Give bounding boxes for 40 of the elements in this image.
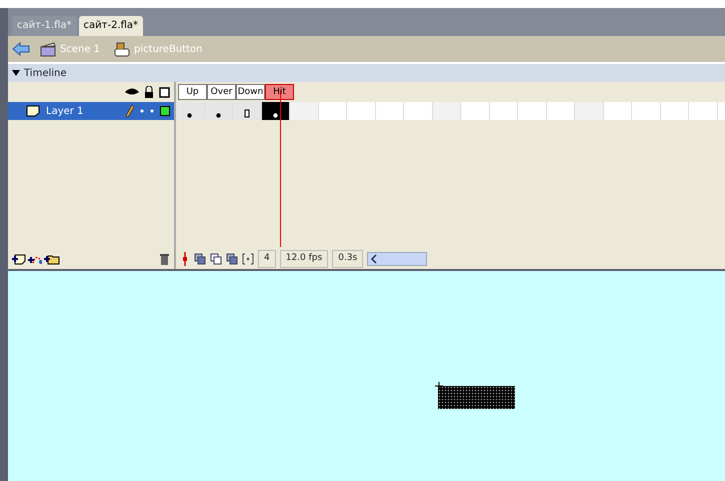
dot-icon[interactable] — [150, 109, 154, 113]
frame-rate-readout: 12.0 fps — [280, 250, 328, 268]
layer-row[interactable]: Layer 1 — [8, 102, 174, 120]
frame-cell[interactable] — [233, 102, 262, 120]
layer-name: Layer 1 — [46, 104, 84, 118]
elapsed-time-readout: 0.3s — [332, 250, 364, 268]
add-folder-icon[interactable] — [44, 253, 60, 265]
scene-icon[interactable] — [40, 42, 56, 56]
frame-label-tab[interactable]: Down — [236, 84, 265, 100]
keyframe-dot-icon[interactable] — [272, 113, 278, 118]
keyframe-dot-icon[interactable] — [187, 113, 192, 118]
collapse-triangle-icon[interactable] — [12, 69, 20, 77]
frame-end-icon[interactable] — [244, 109, 250, 118]
frame-cell[interactable] — [176, 102, 204, 120]
dotted-shape[interactable] — [438, 386, 515, 409]
markers-bracket-icon[interactable] — [242, 253, 254, 265]
keyframe-dot-icon[interactable] — [216, 113, 221, 118]
document-tab[interactable]: сайт-2.fla* — [78, 16, 144, 36]
frame-label-tab[interactable]: Over — [207, 84, 236, 100]
eye-icon[interactable] — [125, 87, 139, 97]
frame-label-tab[interactable]: Up — [178, 84, 207, 100]
onion-skin-icon[interactable] — [194, 253, 206, 265]
crosshair-icon — [435, 382, 443, 390]
outline-square-icon[interactable] — [159, 86, 170, 98]
edit-multiple-icon[interactable] — [226, 253, 238, 265]
current-frame-readout: 4 — [258, 250, 276, 268]
dot-icon[interactable] — [140, 109, 144, 113]
panel-title: Timeline — [24, 66, 67, 80]
back-arrow-icon[interactable] — [12, 42, 30, 56]
pencil-icon[interactable] — [126, 105, 134, 117]
lock-icon[interactable] — [144, 86, 154, 98]
onion-outline-icon[interactable] — [210, 253, 222, 265]
frame-cell[interactable] — [262, 102, 290, 120]
center-frame-icon[interactable] — [180, 252, 190, 266]
horizontal-scrollbar[interactable] — [367, 252, 428, 266]
symbol-icon[interactable] — [114, 42, 130, 56]
frame-cell[interactable] — [204, 102, 233, 120]
add-layer-icon[interactable] — [12, 253, 26, 265]
trash-icon[interactable] — [159, 253, 170, 265]
layer-icon[interactable] — [26, 105, 40, 117]
